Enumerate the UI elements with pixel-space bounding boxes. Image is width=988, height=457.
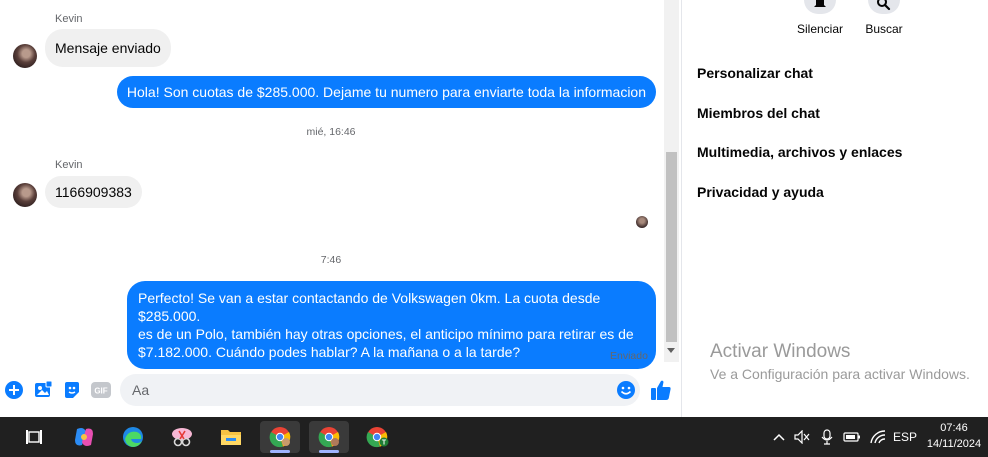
message-timestamp: mié, 16:46 bbox=[306, 126, 356, 138]
message-line: $7.182.000. Cuándo podes hablar? A la ma… bbox=[138, 344, 521, 360]
chrome-work-profile-icon[interactable]: T bbox=[358, 421, 398, 453]
volume-muted-icon[interactable] bbox=[792, 417, 812, 457]
chrome-icon[interactable] bbox=[260, 421, 300, 453]
panel-divider bbox=[681, 0, 682, 417]
search-button[interactable]: Buscar bbox=[862, 0, 906, 36]
profile-badge-letter: T bbox=[382, 440, 387, 447]
menu-item-customize-chat[interactable]: Personalizar chat bbox=[697, 65, 813, 81]
message-timestamp: 7:46 bbox=[320, 254, 342, 266]
microphone-icon[interactable] bbox=[817, 417, 837, 457]
file-explorer-icon[interactable] bbox=[211, 421, 251, 453]
clock-time: 07:46 bbox=[940, 422, 968, 434]
search-icon bbox=[868, 0, 900, 14]
message-line: es de un Polo, también hay otras opcione… bbox=[138, 326, 634, 342]
scrollbar-thumb[interactable] bbox=[666, 152, 677, 342]
snipping-tool-icon[interactable] bbox=[162, 421, 202, 453]
incoming-message[interactable]: Mensaje enviado bbox=[45, 29, 171, 67]
wifi-icon[interactable] bbox=[868, 417, 888, 457]
photo-icon[interactable] bbox=[33, 380, 53, 400]
menu-item-chat-members[interactable]: Miembros del chat bbox=[697, 105, 820, 121]
menu-item-media-files-links[interactable]: Multimedia, archivos y enlaces bbox=[697, 144, 902, 160]
task-view-icon[interactable] bbox=[14, 421, 54, 453]
add-icon[interactable] bbox=[4, 380, 24, 400]
edge-icon[interactable] bbox=[113, 421, 153, 453]
chrome-profile-icon[interactable] bbox=[309, 421, 349, 453]
incoming-message[interactable]: 1166909383 bbox=[45, 176, 142, 208]
avatar[interactable] bbox=[13, 44, 37, 68]
screen: Kevin Mensaje enviado Hola! Son cuotas d… bbox=[0, 0, 988, 457]
copilot-icon[interactable] bbox=[64, 421, 104, 453]
seen-avatar-icon bbox=[636, 216, 648, 228]
message-line: Perfecto! Se van a estar contactando de … bbox=[138, 290, 601, 324]
sticker-icon[interactable] bbox=[62, 380, 82, 400]
gif-label: GIF bbox=[94, 387, 107, 396]
taskbar: T ESP 07:46 14/11/2024 bbox=[0, 417, 988, 457]
message-input[interactable] bbox=[120, 374, 640, 406]
emoji-icon[interactable] bbox=[616, 380, 636, 400]
mute-button[interactable]: Silenciar bbox=[797, 0, 843, 36]
system-clock[interactable]: 07:46 14/11/2024 bbox=[922, 420, 986, 452]
sender-name: Kevin bbox=[55, 13, 83, 25]
avatar[interactable] bbox=[13, 183, 37, 207]
show-hidden-icons-chevron-icon[interactable] bbox=[770, 417, 788, 457]
scroll-down-arrow-icon[interactable] bbox=[667, 348, 675, 353]
sender-name: Kevin bbox=[55, 159, 83, 171]
activate-windows-subtitle: Ve a Configuración para activar Windows. bbox=[710, 366, 970, 382]
outgoing-message[interactable]: Perfecto! Se van a estar contactando de … bbox=[127, 281, 656, 369]
outgoing-message[interactable]: Hola! Son cuotas de $285.000. Dejame tu … bbox=[116, 76, 656, 108]
gif-icon[interactable]: GIF bbox=[91, 380, 111, 400]
thumbs-up-icon[interactable] bbox=[650, 379, 674, 401]
delivery-status: Enviado bbox=[610, 350, 648, 362]
menu-item-privacy-support[interactable]: Privacidad y ayuda bbox=[697, 184, 824, 200]
activate-windows-title: Activar Windows bbox=[710, 341, 851, 362]
chat-scrollbar[interactable] bbox=[664, 0, 679, 362]
input-language-indicator[interactable]: ESP bbox=[892, 417, 918, 457]
mute-label: Silenciar bbox=[797, 22, 844, 36]
bell-icon bbox=[804, 0, 836, 14]
search-label: Buscar bbox=[865, 22, 903, 36]
composer: GIF bbox=[0, 369, 681, 413]
battery-icon[interactable] bbox=[842, 417, 862, 457]
clock-date: 14/11/2024 bbox=[926, 438, 982, 450]
chat-thread: Kevin Mensaje enviado Hola! Son cuotas d… bbox=[0, 0, 664, 417]
